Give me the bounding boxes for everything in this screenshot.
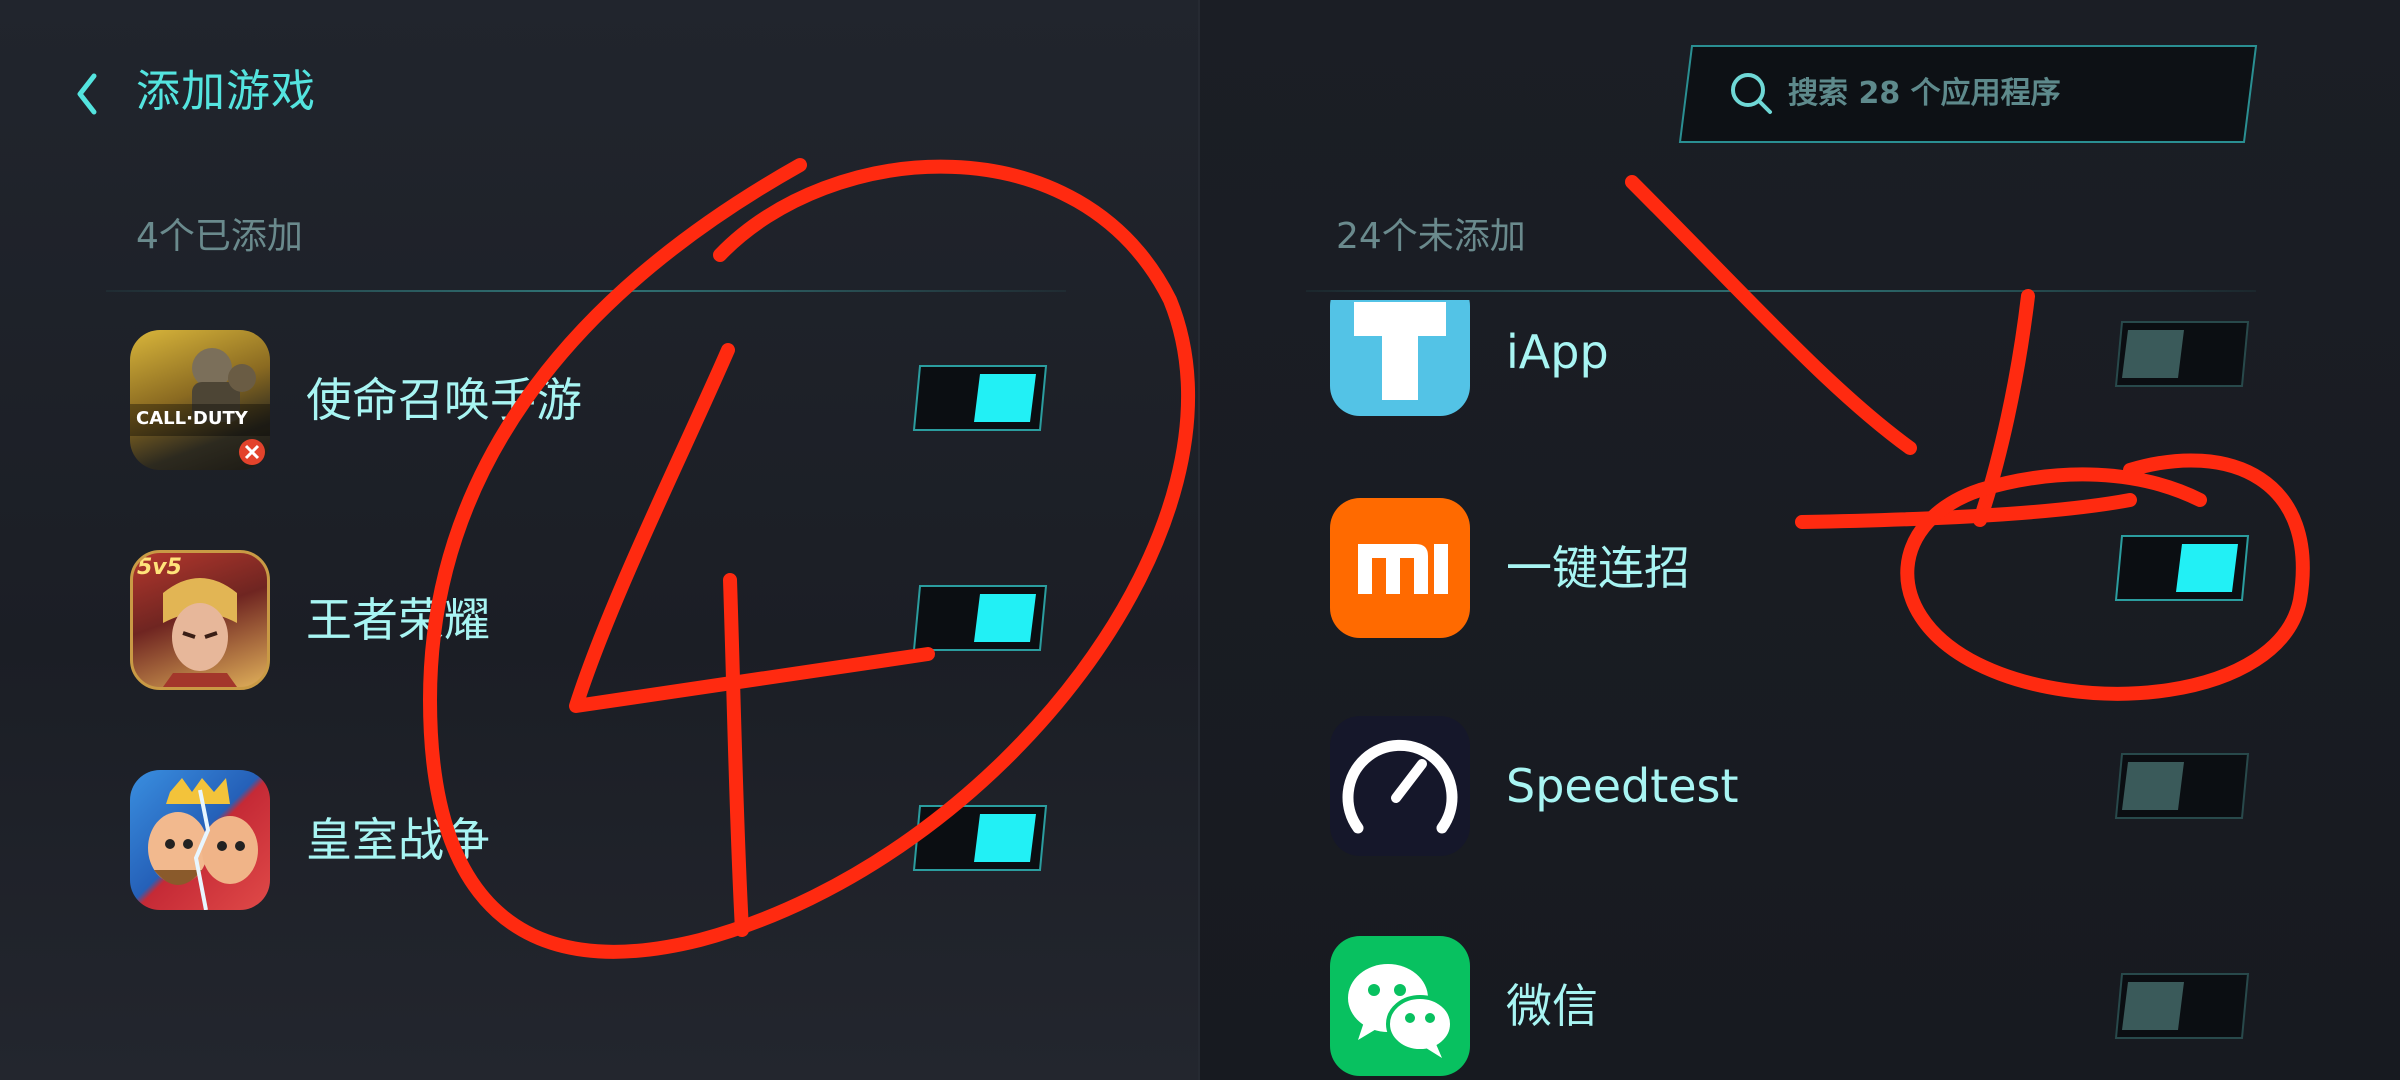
clash-royale-icon [130, 770, 270, 910]
list-item: 一键连招 [1330, 498, 2270, 638]
list-item: CALL·DUTY 使命召唤手游 [130, 330, 1070, 470]
app-name: 微信 [1506, 979, 1598, 1033]
divider [106, 290, 1066, 292]
app-name: 一键连招 [1506, 541, 1690, 595]
wechat-icon [1330, 936, 1470, 1076]
app-name: 王者荣耀 [306, 593, 490, 647]
list-item: Speedtest [1330, 716, 2270, 856]
search-input[interactable]: 搜索 28 个应用程序 [1678, 44, 2258, 144]
divider [1306, 290, 2256, 292]
app-name: iApp [1506, 325, 1609, 379]
mi-logo-icon [1330, 498, 1470, 638]
game-toggle[interactable] [2112, 320, 2252, 388]
not-added-count-label: 24个未添加 [1336, 216, 1526, 257]
back-button[interactable] [70, 62, 130, 122]
app-name: 使命召唤手游 [306, 373, 582, 427]
game-toggle[interactable] [2112, 752, 2252, 820]
added-games-panel: 添加游戏 4个已添加 CALL·DUTY 使命召唤手游 5v5 王者荣耀 皇室战… [0, 0, 1198, 1080]
game-toggle[interactable] [2112, 972, 2252, 1040]
search-placeholder: 搜索 28 个应用程序 [1788, 76, 2061, 111]
chevron-left-icon [77, 73, 97, 115]
call-of-duty-icon: CALL·DUTY [130, 330, 270, 470]
added-count-label: 4个已添加 [136, 216, 303, 257]
game-toggle[interactable] [2112, 534, 2252, 602]
game-toggle[interactable] [910, 584, 1050, 652]
list-item: 皇室战争 [130, 770, 1070, 910]
honor-of-kings-icon: 5v5 [130, 550, 270, 690]
search-icon [1731, 73, 1772, 114]
app-name: 皇室战争 [306, 813, 490, 867]
speedometer-icon [1330, 716, 1470, 856]
app-name: Speedtest [1506, 759, 1739, 813]
game-toggle[interactable] [910, 364, 1050, 432]
iapp-icon [1330, 300, 1470, 416]
list-item: 5v5 王者荣耀 [130, 550, 1070, 690]
page-title: 添加游戏 [136, 66, 316, 117]
game-toggle[interactable] [910, 804, 1050, 872]
list-item: 微信 [1330, 936, 2270, 1076]
list-item: iApp [1330, 300, 2270, 440]
